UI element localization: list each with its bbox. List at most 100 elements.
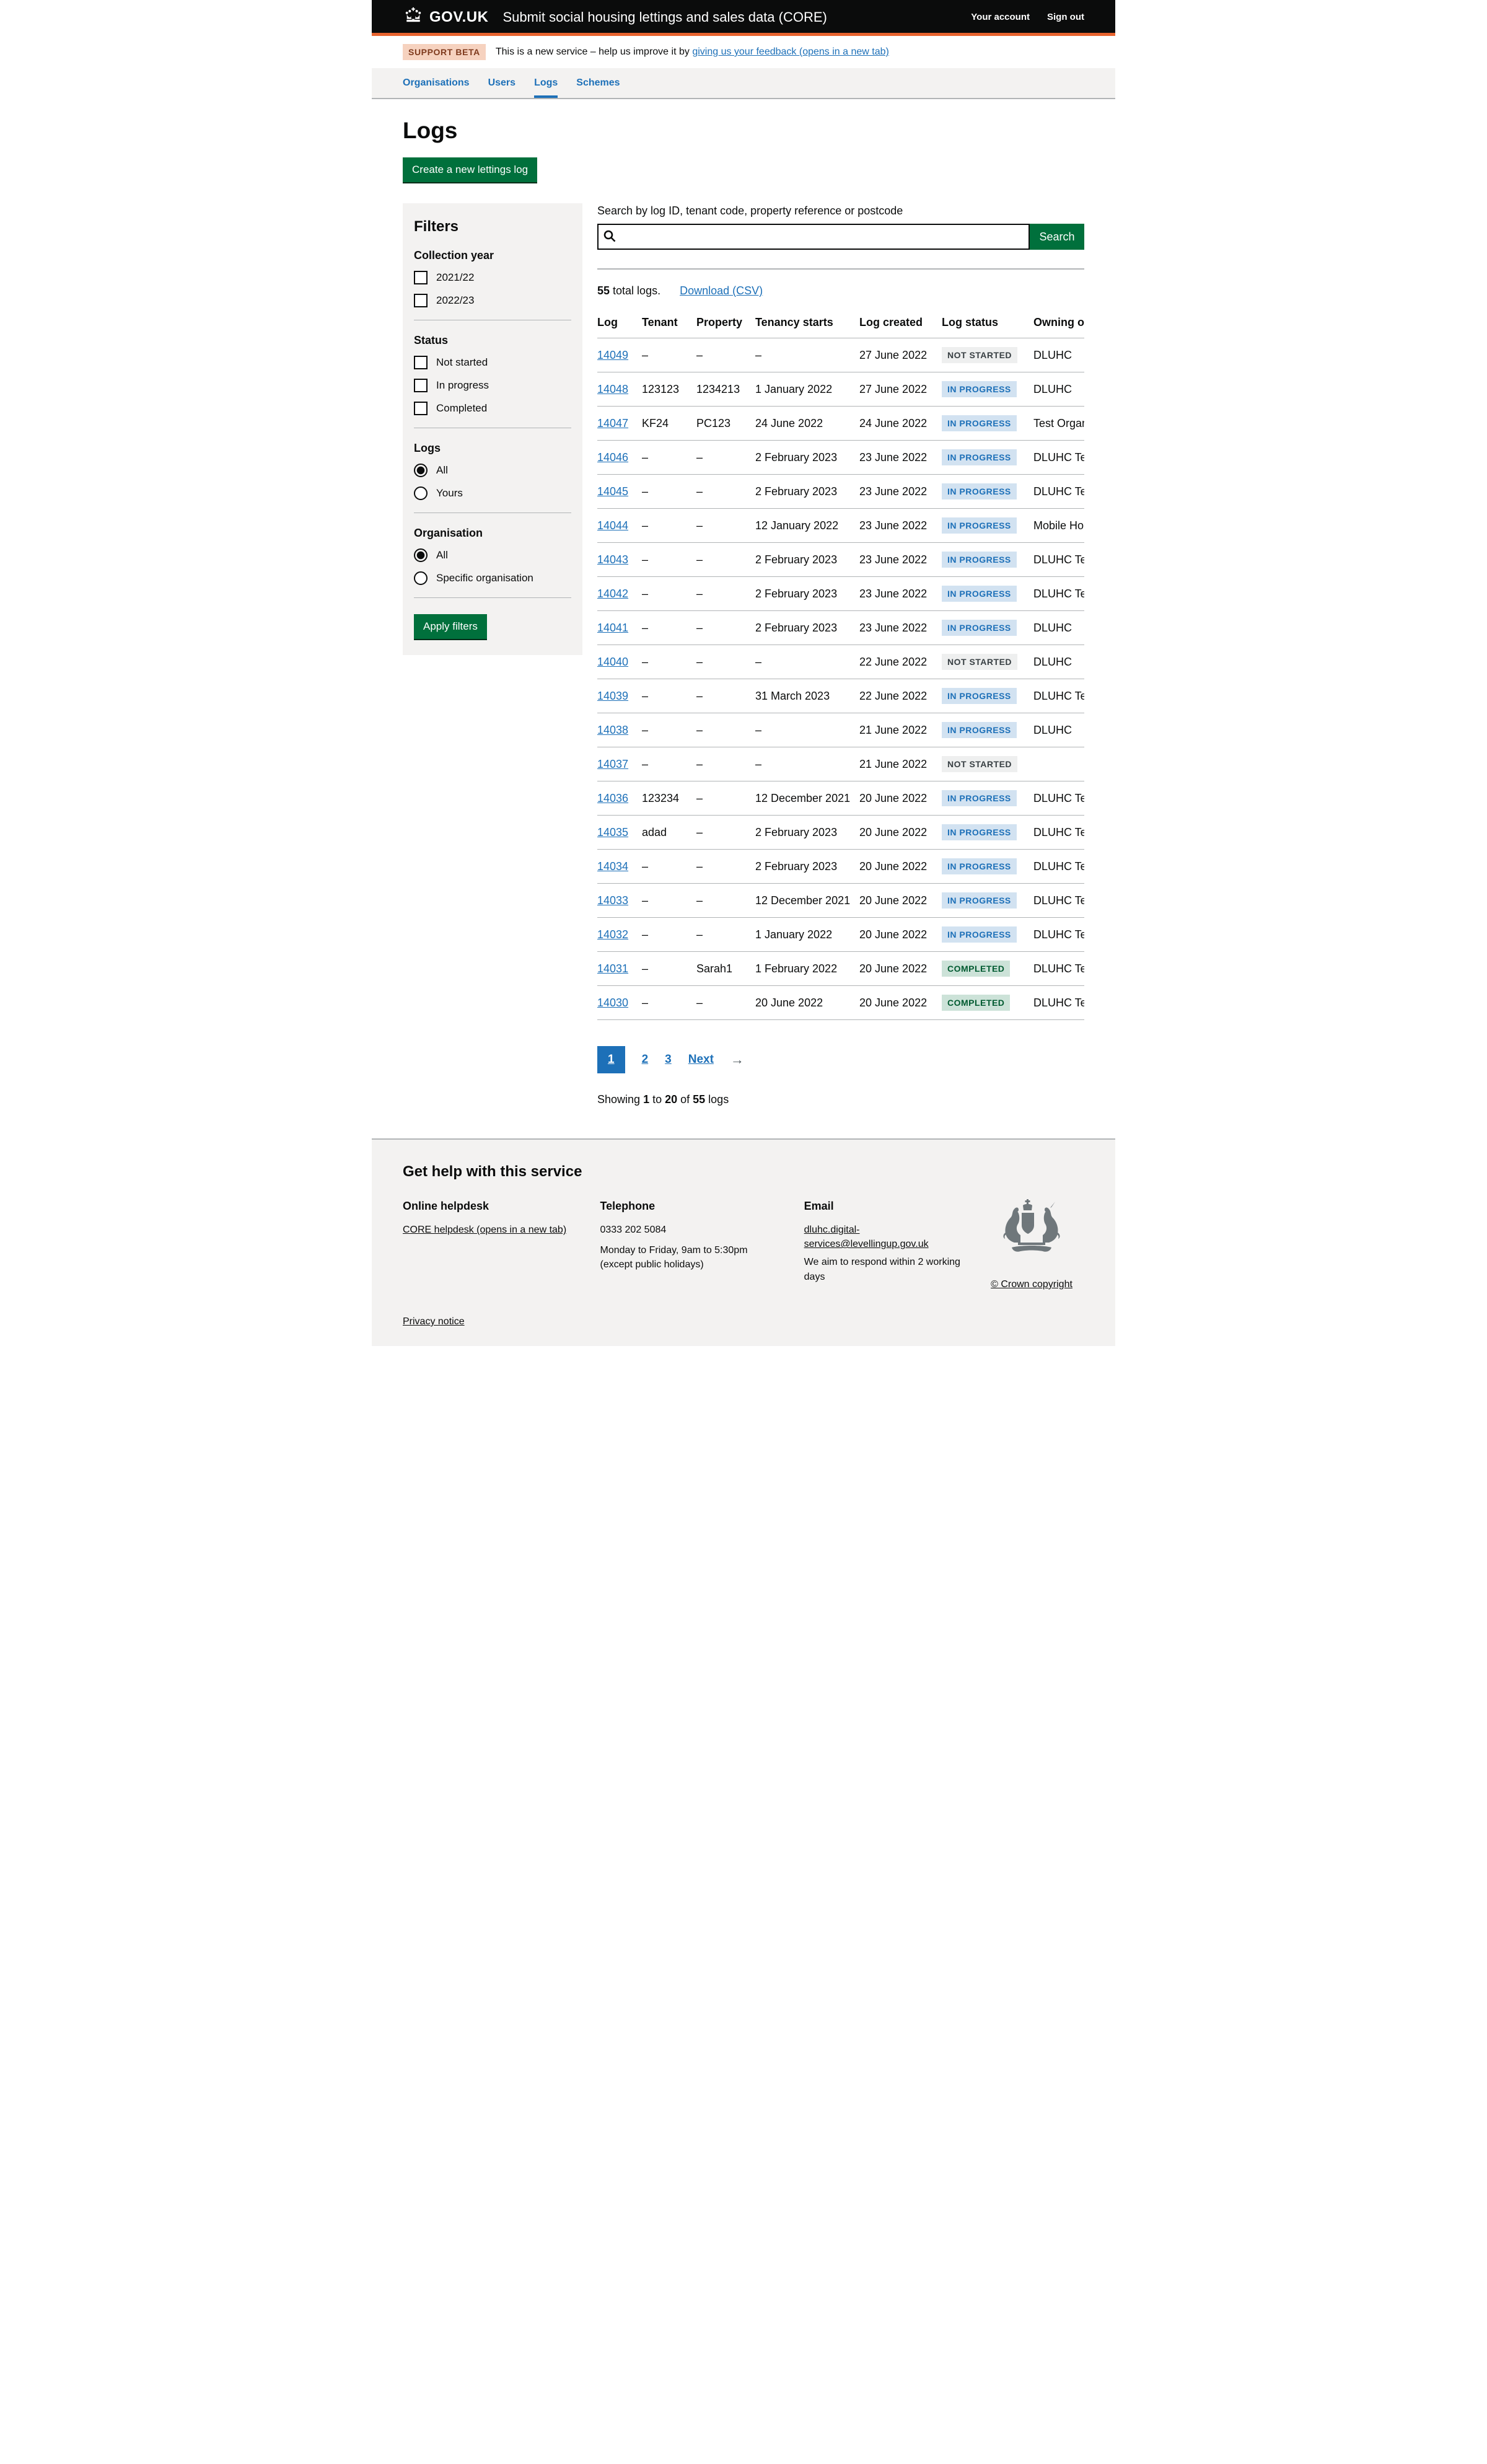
privacy-notice-link[interactable]: Privacy notice [403, 1316, 465, 1327]
tenancy-starts-cell: 31 March 2023 [755, 679, 859, 713]
log-id-link[interactable]: 14049 [597, 349, 628, 361]
log-created-cell: 23 June 2022 [859, 543, 942, 577]
log-id-link[interactable]: 14034 [597, 860, 628, 873]
organisation-option-all[interactable]: All [414, 548, 571, 562]
log-id-link[interactable]: 14033 [597, 894, 628, 907]
property-cell: 1234213 [696, 372, 755, 407]
status-badge: COMPLETED [942, 961, 1010, 977]
status-badge: NOT STARTED [942, 347, 1017, 363]
your-account-link[interactable]: Your account [971, 12, 1030, 22]
status-badge: IN PROGRESS [942, 790, 1017, 806]
status-badge: IN PROGRESS [942, 620, 1017, 636]
column-header-tenant: Tenant [642, 314, 696, 338]
log-id-link[interactable]: 14041 [597, 622, 628, 634]
log-id-link[interactable]: 14038 [597, 724, 628, 736]
pagination-page-1-current[interactable]: 1 [597, 1046, 625, 1073]
status-option-not-started[interactable]: Not started [414, 356, 571, 369]
tenancy-starts-cell: – [755, 713, 859, 747]
site-footer: Get help with this service Online helpde… [372, 1138, 1115, 1346]
option-label: Not started [436, 356, 488, 369]
table-row: 14042 – – 2 February 2023 23 June 2022 I… [597, 577, 1084, 611]
core-helpdesk-link[interactable]: CORE helpdesk (opens in a new tab) [403, 1225, 566, 1235]
collection-year-option-2022-23[interactable]: 2022/23 [414, 294, 571, 307]
radio-org-all[interactable] [414, 548, 428, 562]
option-label: Yours [436, 487, 463, 499]
pagination-page-3[interactable]: 3 [665, 1053, 672, 1067]
showing-from: 1 [643, 1093, 649, 1106]
total-logs-count: 55 [597, 284, 610, 297]
property-cell: – [696, 781, 755, 816]
organisation-option-specific[interactable]: Specific organisation [414, 571, 571, 585]
status-badge: IN PROGRESS [942, 858, 1017, 874]
checkbox-2022-23[interactable] [414, 294, 428, 307]
log-id-link[interactable]: 14031 [597, 962, 628, 975]
footer-crest-block: © Crown copyright [979, 1198, 1084, 1290]
log-id-link[interactable]: 14045 [597, 485, 628, 498]
email-link[interactable]: dluhc.digital-services@levellingup.gov.u… [804, 1225, 929, 1249]
tenant-cell: – [642, 850, 696, 884]
radio-org-specific[interactable] [414, 571, 428, 585]
pagination-page-2[interactable]: 2 [642, 1053, 649, 1067]
tenant-cell: – [642, 645, 696, 679]
create-lettings-log-button[interactable]: Create a new lettings log [403, 157, 537, 182]
log-id-link[interactable]: 14040 [597, 656, 628, 668]
govuk-logo[interactable]: GOV.UK Submit social housing lettings an… [403, 7, 827, 27]
tenant-cell: – [642, 475, 696, 509]
log-id-link[interactable]: 14037 [597, 758, 628, 770]
pagination-next-link[interactable]: Next [688, 1053, 714, 1067]
crown-copyright-link[interactable]: © Crown copyright [991, 1279, 1072, 1290]
nav-item-organisations[interactable]: Organisations [403, 77, 470, 98]
log-id-link[interactable]: 14030 [597, 997, 628, 1009]
search-input[interactable] [597, 224, 1030, 250]
nav-item-logs[interactable]: Logs [534, 77, 558, 98]
status-option-completed[interactable]: Completed [414, 402, 571, 415]
tenancy-starts-cell: 2 February 2023 [755, 611, 859, 645]
status-option-in-progress[interactable]: In progress [414, 379, 571, 392]
collection-year-option-2021-22[interactable]: 2021/22 [414, 271, 571, 284]
phase-banner: SUPPORT BETA This is a new service – hel… [372, 36, 1115, 68]
table-row: 14031 – Sarah1 1 February 2022 20 June 2… [597, 952, 1084, 986]
logs-option-all[interactable]: All [414, 464, 571, 477]
log-id-link[interactable]: 14035 [597, 826, 628, 838]
checkbox-completed[interactable] [414, 402, 428, 415]
log-id-link[interactable]: 14046 [597, 451, 628, 464]
log-created-cell: 20 June 2022 [859, 952, 942, 986]
download-csv-link[interactable]: Download (CSV) [680, 284, 763, 297]
log-id-link[interactable]: 14043 [597, 553, 628, 566]
showing-text: logs [705, 1093, 729, 1106]
owning-organisation-cell: DLUHC [1033, 611, 1084, 645]
phase-banner-text-before: This is a new service – help us improve … [496, 46, 692, 57]
owning-organisation-cell [1033, 747, 1084, 781]
sign-out-link[interactable]: Sign out [1047, 12, 1084, 22]
checkbox-in-progress[interactable] [414, 379, 428, 392]
log-id-link[interactable]: 14042 [597, 587, 628, 600]
logs-option-yours[interactable]: Yours [414, 486, 571, 500]
nav-item-users[interactable]: Users [488, 77, 515, 98]
log-id-link[interactable]: 14048 [597, 383, 628, 395]
log-id-link[interactable]: 14039 [597, 690, 628, 702]
table-row: 14043 – – 2 February 2023 23 June 2022 I… [597, 543, 1084, 577]
log-id-link[interactable]: 14044 [597, 519, 628, 532]
checkbox-not-started[interactable] [414, 356, 428, 369]
apply-filters-button[interactable]: Apply filters [414, 614, 487, 639]
search-button[interactable]: Search [1030, 224, 1084, 250]
checkbox-2021-22[interactable] [414, 271, 428, 284]
feedback-link[interactable]: giving us your feedback (opens in a new … [692, 46, 889, 57]
nav-item-schemes[interactable]: Schemes [576, 77, 620, 98]
tenant-cell: – [642, 918, 696, 952]
royal-coat-of-arms-icon [999, 1259, 1064, 1270]
table-row: 14035 adad – 2 February 2023 20 June 202… [597, 816, 1084, 850]
telephone-hours: Monday to Friday, 9am to 5:30pm [600, 1245, 747, 1256]
log-id-link[interactable]: 14036 [597, 792, 628, 804]
log-id-link[interactable]: 14032 [597, 928, 628, 941]
log-id-link[interactable]: 14047 [597, 417, 628, 429]
property-cell: – [696, 850, 755, 884]
radio-logs-yours[interactable] [414, 486, 428, 500]
tenant-cell: – [642, 986, 696, 1020]
log-created-cell: 23 June 2022 [859, 611, 942, 645]
total-logs-label: total logs. [610, 284, 660, 297]
owning-organisation-cell: DLUHC Tes [1033, 543, 1084, 577]
site-header: GOV.UK Submit social housing lettings an… [372, 0, 1115, 36]
owning-organisation-cell: DLUHC Tes [1033, 679, 1084, 713]
radio-logs-all[interactable] [414, 464, 428, 477]
